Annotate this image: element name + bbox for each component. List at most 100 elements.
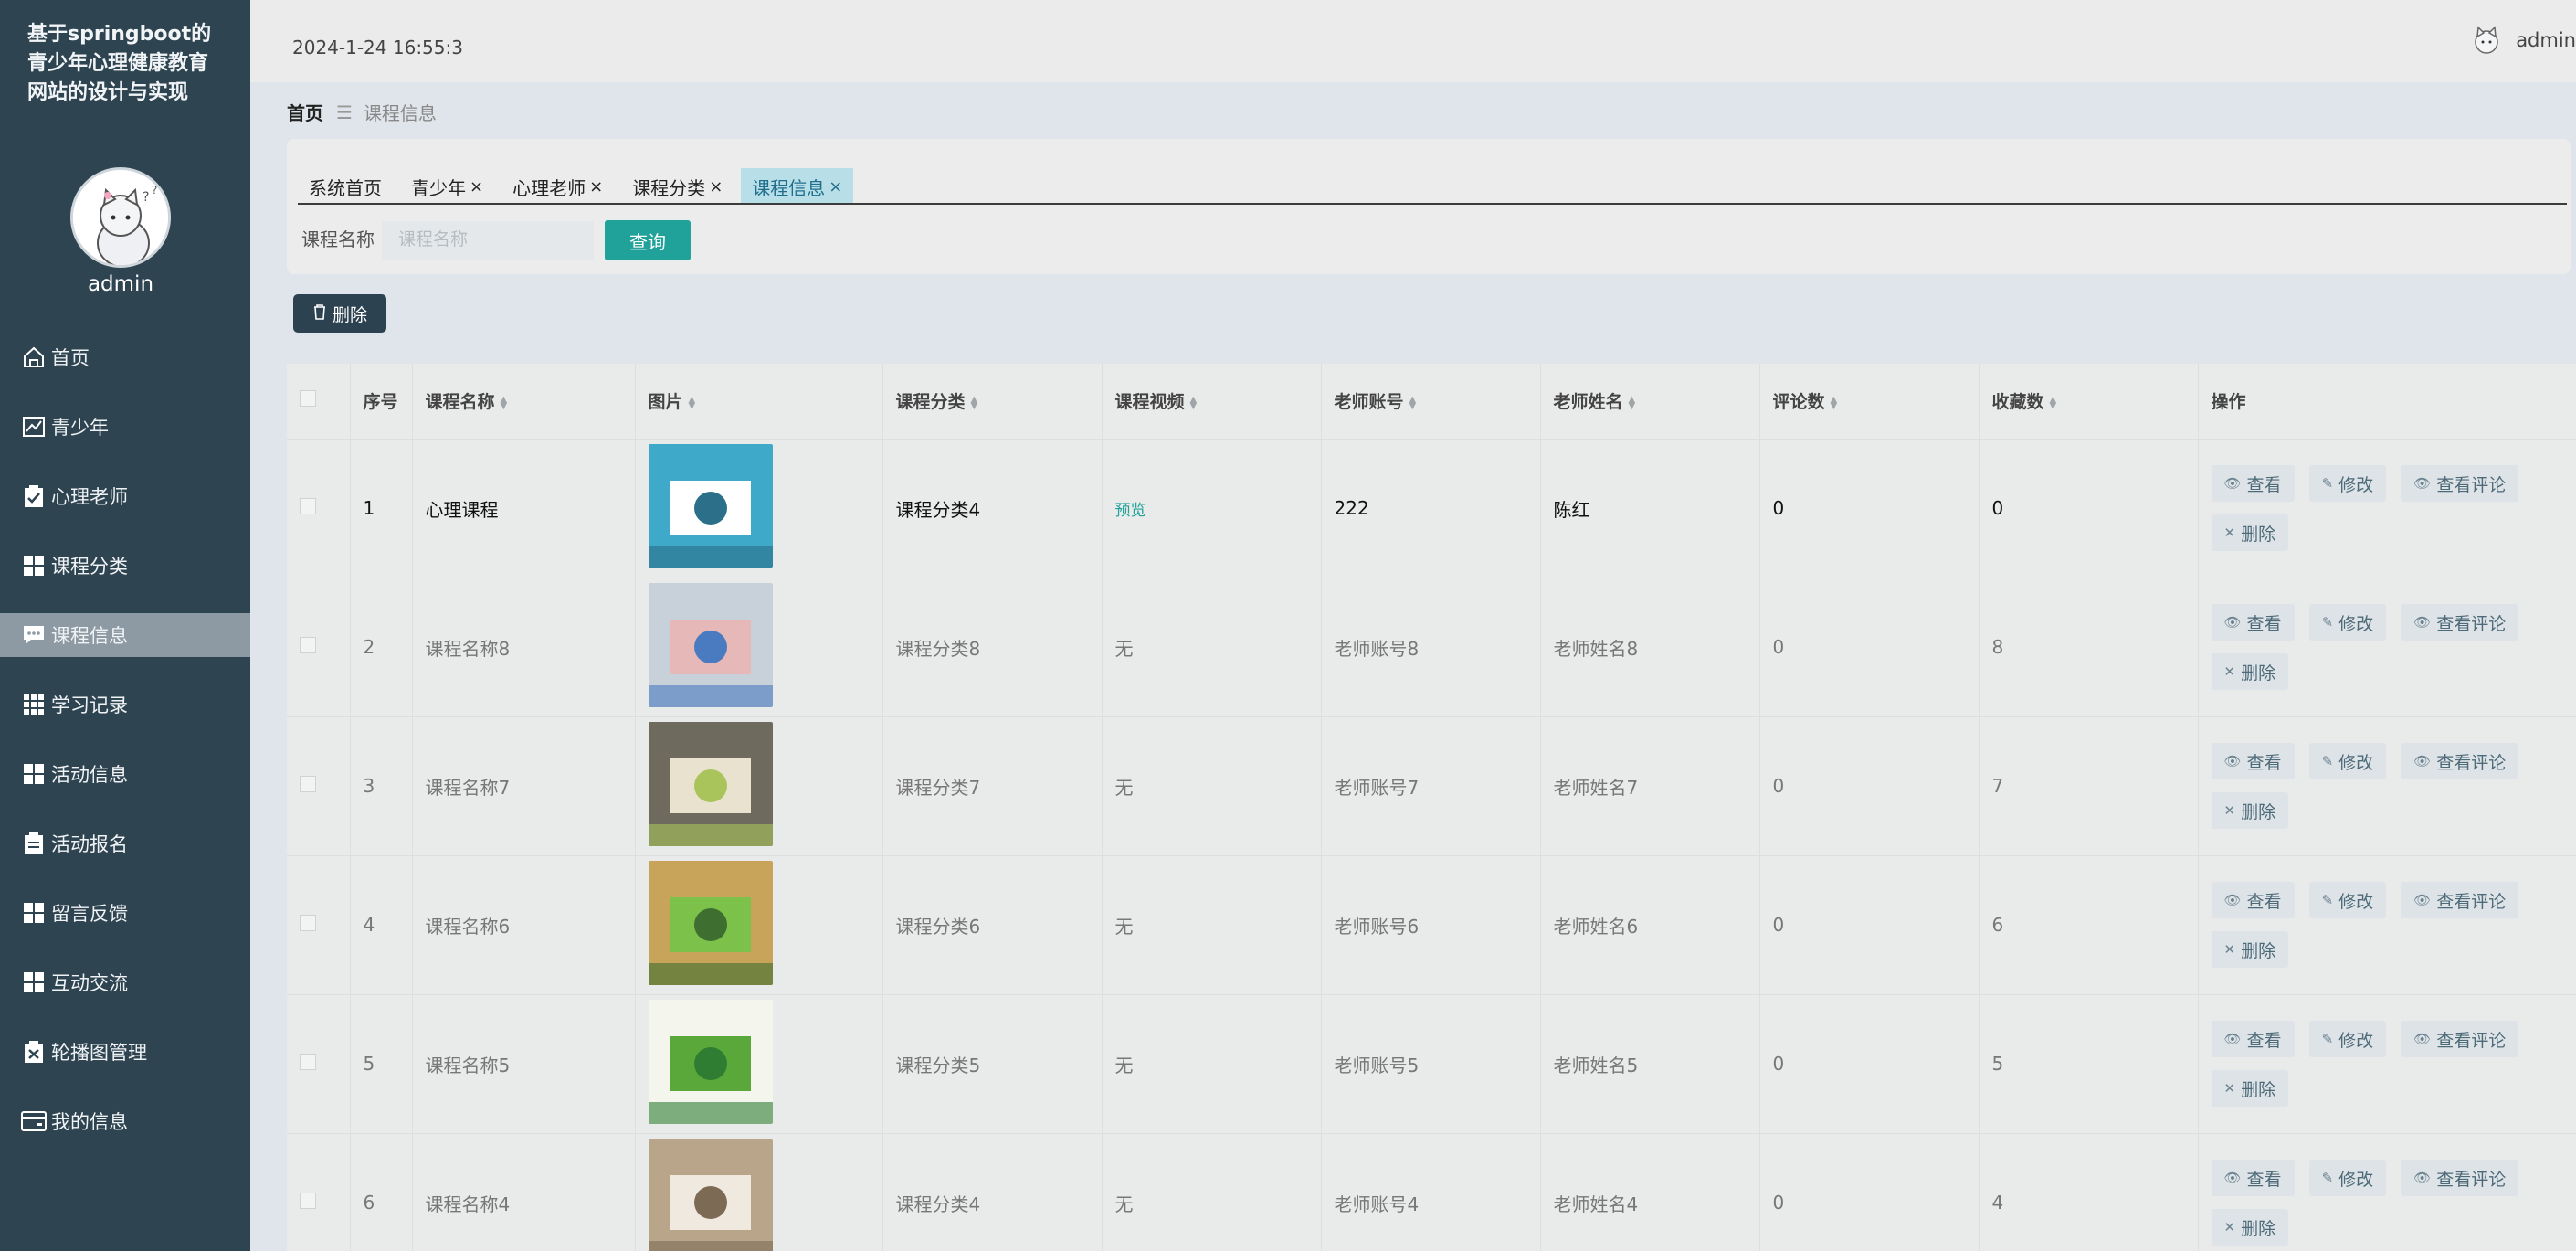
sidebar-item-youth[interactable]: 青少年: [0, 392, 250, 461]
column-header[interactable]: 老师账号 ▲ ▼: [1321, 364, 1541, 440]
sidebar-item-carousel[interactable]: 轮播图管理: [0, 1017, 250, 1087]
course-image[interactable]: [648, 860, 773, 990]
tab-system-home[interactable]: 系统首页: [298, 168, 393, 205]
sort-icon[interactable]: ▲ ▼: [689, 395, 696, 410]
course-image[interactable]: [648, 721, 773, 851]
column-header[interactable]: 图片 ▲ ▼: [635, 364, 883, 440]
edit-button[interactable]: ✎ 修改: [2308, 743, 2387, 779]
sidebar-item-study-record[interactable]: 学习记录: [0, 670, 250, 739]
edit-button[interactable]: ✎ 修改: [2308, 882, 2387, 918]
view-button[interactable]: 👁 查看: [2211, 604, 2295, 641]
column-header[interactable]: 课程分类 ▲ ▼: [882, 364, 1103, 440]
sidebar-menu: 首页 青少年 心理老师 课程分类 课程信息 学习记录 活动信息 活动报名 留言反…: [0, 323, 250, 1156]
close-icon: ✕: [2223, 802, 2236, 819]
sidebar-item-course-info[interactable]: 课程信息: [0, 613, 250, 657]
sort-icon[interactable]: ▲ ▼: [971, 395, 978, 410]
view-button[interactable]: 👁 查看: [2211, 743, 2295, 779]
sort-icon[interactable]: ▲ ▼: [1409, 395, 1417, 410]
clipboard-check-icon: [20, 482, 48, 510]
delete-row-button[interactable]: ✕ 删除: [2211, 931, 2289, 968]
close-icon[interactable]: ×: [829, 177, 842, 196]
row-checkbox[interactable]: [300, 776, 316, 792]
breadcrumb-home[interactable]: 首页: [287, 99, 323, 125]
cell-teacher-name: 老师姓名8: [1540, 578, 1760, 717]
action-label: 删除: [2241, 1079, 2276, 1100]
action-label: 删除: [2241, 524, 2276, 545]
cell-category: 课程分类5: [882, 994, 1103, 1134]
header-label: 序号: [363, 392, 398, 413]
edit-button[interactable]: ✎ 修改: [2308, 465, 2387, 502]
delete-row-button[interactable]: ✕ 删除: [2211, 653, 2289, 690]
user-avatar-icon: [2468, 22, 2505, 58]
tab-course-info[interactable]: 课程信息 ×: [741, 168, 854, 205]
delete-row-button[interactable]: ✕ 删除: [2211, 792, 2289, 829]
action-label: 查看评论: [2436, 474, 2507, 495]
close-icon[interactable]: ×: [589, 177, 603, 196]
view-comments-button[interactable]: 👁 查看评论: [2401, 882, 2519, 918]
sidebar-item-label: 互动交流: [51, 972, 128, 994]
select-all-checkbox[interactable]: [300, 390, 316, 408]
cell-image: [635, 1133, 883, 1251]
batch-delete-button[interactable]: 删除: [293, 294, 386, 333]
sidebar-item-teacher[interactable]: 心理老师: [0, 461, 250, 531]
sidebar-item-course-category[interactable]: 课程分类: [0, 531, 250, 600]
sidebar-item-my-info[interactable]: 我的信息: [0, 1087, 250, 1156]
tab-teacher[interactable]: 心理老师 ×: [501, 168, 614, 205]
cell-favorites: 6: [1979, 855, 2199, 995]
clipboard-icon: [20, 830, 48, 857]
column-header[interactable]: 收藏数 ▲ ▼: [1979, 364, 2199, 440]
row-checkbox[interactable]: [300, 1193, 316, 1209]
row-checkbox-cell: [287, 994, 351, 1134]
tab-course-category[interactable]: 课程分类 ×: [621, 168, 734, 205]
course-image[interactable]: [648, 999, 773, 1129]
sidebar-item-interaction[interactable]: 互动交流: [0, 948, 250, 1017]
column-header[interactable]: 评论数 ▲ ▼: [1759, 364, 1980, 440]
view-comments-button[interactable]: 👁 查看评论: [2401, 465, 2519, 502]
view-comments-button[interactable]: 👁 查看评论: [2401, 604, 2519, 641]
column-header[interactable]: 课程名称 ▲ ▼: [412, 364, 636, 440]
edit-button[interactable]: ✎ 修改: [2308, 1160, 2387, 1196]
row-checkbox[interactable]: [300, 915, 316, 931]
sort-icon[interactable]: ▲ ▼: [1831, 395, 1838, 410]
row-checkbox[interactable]: [300, 498, 316, 514]
sort-icon[interactable]: ▲ ▼: [1629, 395, 1636, 410]
edit-button[interactable]: ✎ 修改: [2308, 604, 2387, 641]
sort-icon[interactable]: ▲ ▼: [2050, 395, 2057, 410]
sort-icon[interactable]: ▲ ▼: [1190, 395, 1198, 410]
sidebar-item-activity-signup[interactable]: 活动报名: [0, 809, 250, 878]
search-button[interactable]: 查询: [605, 220, 691, 260]
course-name-search-input[interactable]: [382, 221, 594, 260]
view-comments-button[interactable]: 👁 查看评论: [2401, 1160, 2519, 1196]
course-image[interactable]: [648, 1138, 773, 1251]
sidebar-item-activity-info[interactable]: 活动信息: [0, 739, 250, 809]
delete-row-button[interactable]: ✕ 删除: [2211, 1070, 2289, 1107]
cell-comments: 0: [1759, 1133, 1980, 1251]
delete-row-button[interactable]: ✕ 删除: [2211, 514, 2289, 551]
close-icon[interactable]: ×: [709, 177, 723, 196]
delete-row-button[interactable]: ✕ 删除: [2211, 1209, 2289, 1246]
row-checkbox[interactable]: [300, 637, 316, 653]
view-comments-button[interactable]: 👁 查看评论: [2401, 1021, 2519, 1057]
column-header[interactable]: 老师姓名 ▲ ▼: [1540, 364, 1760, 440]
view-button[interactable]: 👁 查看: [2211, 1021, 2295, 1057]
sort-icon[interactable]: ▲ ▼: [501, 395, 508, 410]
course-image[interactable]: [648, 443, 773, 573]
cell-category: 课程分类8: [882, 578, 1103, 717]
video-value: 无: [1114, 915, 1134, 938]
course-image[interactable]: [648, 582, 773, 712]
close-icon[interactable]: ×: [470, 177, 483, 196]
table-row: 2 课程名称8 课程分类8 无 老师账号8 老师姓名8 0 8 👁 查看 ✎ 修改 …: [287, 578, 2576, 717]
view-button[interactable]: 👁 查看: [2211, 1160, 2295, 1196]
edit-button[interactable]: ✎ 修改: [2308, 1021, 2387, 1057]
column-header[interactable]: 课程视频 ▲ ▼: [1102, 364, 1322, 440]
tab-youth[interactable]: 青少年 ×: [400, 168, 494, 205]
header-user[interactable]: admin: [2468, 22, 2576, 58]
cell-favorites: 0: [1979, 439, 2199, 578]
sidebar-item-feedback[interactable]: 留言反馈: [0, 878, 250, 948]
table-row: 6 课程名称4 课程分类4 无 老师账号4 老师姓名4 0 4 👁 查看 ✎ 修改 …: [287, 1133, 2576, 1251]
sidebar-item-home[interactable]: 首页: [0, 323, 250, 392]
view-button[interactable]: 👁 查看: [2211, 465, 2295, 502]
row-checkbox[interactable]: [300, 1054, 316, 1070]
view-comments-button[interactable]: 👁 查看评论: [2401, 743, 2519, 779]
view-button[interactable]: 👁 查看: [2211, 882, 2295, 918]
